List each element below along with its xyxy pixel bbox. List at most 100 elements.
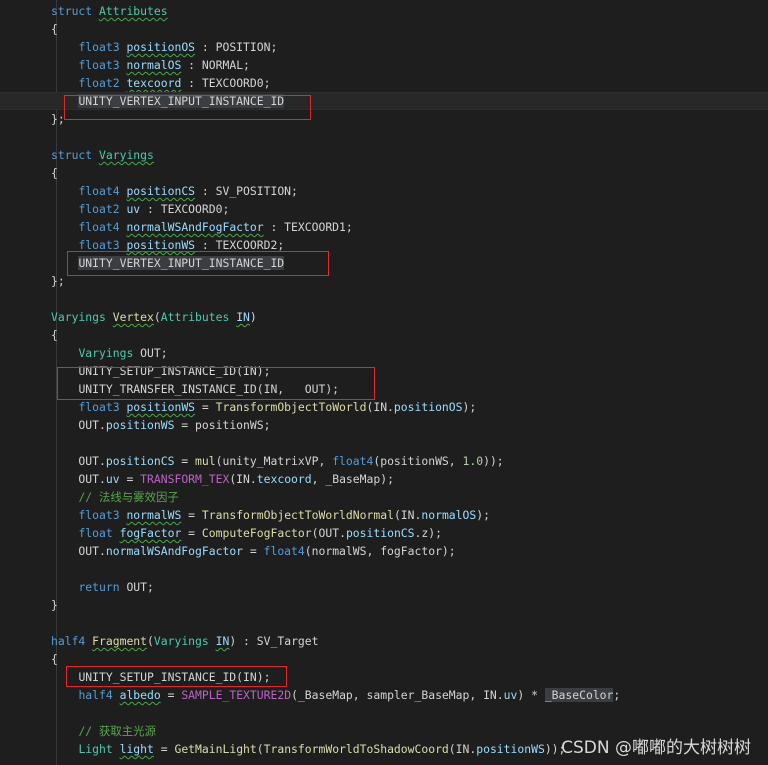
code-token: normalOS <box>421 508 477 522</box>
code-token: Attributes <box>160 310 230 324</box>
code-token: } <box>51 598 58 612</box>
code-token: float4 <box>263 544 305 558</box>
code-token: texcoord <box>126 76 182 90</box>
code-line[interactable]: } <box>0 596 768 614</box>
code-line[interactable]: struct Varyings <box>0 146 768 164</box>
code-line[interactable]: UNITY_TRANSFER_INSTANCE_ID(IN, OUT); <box>0 380 768 398</box>
code-token: struct <box>51 4 100 18</box>
code-token: (OUT. <box>311 526 346 540</box>
code-token: }; <box>51 112 65 126</box>
code-line[interactable]: // 法线与雾效因子 <box>0 488 768 506</box>
code-token: Fragment <box>92 634 148 648</box>
code-line[interactable]: struct Attributes <box>0 2 768 20</box>
code-line[interactable]: { <box>0 326 768 344</box>
code-line[interactable]: OUT.positionCS = mul(unity_MatrixVP, flo… <box>0 452 768 470</box>
code-line[interactable] <box>0 434 768 452</box>
code-line[interactable]: float4 normalWSAndFogFactor : TEXCOORD1; <box>0 218 768 236</box>
code-line-text: UNITY_VERTEX_INPUT_INSTANCE_ID <box>51 254 285 272</box>
code-token: Varyings <box>99 148 154 162</box>
code-token: = <box>160 688 182 702</box>
code-line-text: float fogFactor = ComputeFogFactor(OUT.p… <box>51 524 442 542</box>
code-token: OUT. <box>51 418 106 432</box>
code-token: : TEXCOORD0; <box>181 76 271 90</box>
code-line[interactable] <box>0 128 768 146</box>
code-line[interactable]: float2 uv : TEXCOORD0; <box>0 200 768 218</box>
code-line-text: }; <box>51 272 65 290</box>
code-line[interactable] <box>0 290 768 308</box>
code-token: normalWSAndFogFactor <box>105 544 244 558</box>
code-token: OUT. <box>51 544 106 558</box>
code-line-text: OUT.normalWSAndFogFactor = float4(normal… <box>51 542 455 560</box>
code-line-text: float2 texcoord : TEXCOORD0; <box>51 74 270 92</box>
code-line[interactable]: OUT.positionWS = positionWS; <box>0 416 768 434</box>
code-token: float3 <box>78 58 120 72</box>
code-token: positionCS <box>105 454 175 468</box>
code-line[interactable]: }; <box>0 272 768 290</box>
code-line-text: UNITY_TRANSFER_INSTANCE_ID(IN, OUT); <box>51 380 339 398</box>
code-line[interactable]: half4 albedo = SAMPLE_TEXTURE2D(_BaseMap… <box>0 686 768 704</box>
code-token: (IN. <box>393 508 422 522</box>
code-token: float4 <box>332 454 374 468</box>
code-line[interactable] <box>0 704 768 722</box>
code-token: float2 <box>78 76 120 90</box>
code-token: (unity_MatrixVP, <box>215 454 333 468</box>
code-line[interactable]: float3 positionOS : POSITION; <box>0 38 768 56</box>
code-token: , _BaseMap); <box>311 472 394 486</box>
code-line-text: { <box>51 164 58 182</box>
code-line[interactable]: { <box>0 20 768 38</box>
code-line[interactable]: return OUT; <box>0 578 768 596</box>
code-line[interactable]: float2 texcoord : TEXCOORD0; <box>0 74 768 92</box>
code-token: albedo <box>119 688 161 702</box>
code-line-text: { <box>51 20 58 38</box>
code-token: ) : SV_Target <box>229 634 319 648</box>
code-line[interactable]: float3 normalOS : NORMAL; <box>0 56 768 74</box>
code-line[interactable] <box>0 560 768 578</box>
code-token: normalWSAndFogFactor <box>126 220 264 234</box>
code-line[interactable]: float fogFactor = ComputeFogFactor(OUT.p… <box>0 524 768 542</box>
code-token: uv <box>105 472 120 486</box>
code-line[interactable] <box>0 614 768 632</box>
code-line[interactable]: float4 positionCS : SV_POSITION; <box>0 182 768 200</box>
code-line[interactable]: Varyings OUT; <box>0 344 768 362</box>
code-token: positionOS <box>393 400 463 414</box>
code-line-text: return OUT; <box>51 578 153 596</box>
code-line-text: half4 Fragment(Varyings IN) : SV_Target <box>51 632 319 650</box>
code-line[interactable]: UNITY_SETUP_INSTANCE_ID(IN); <box>0 362 768 380</box>
code-token: Attributes <box>99 4 168 18</box>
code-token: : NORMAL; <box>181 58 250 72</box>
code-token: IN <box>236 310 250 324</box>
code-editor[interactable]: struct Attributes { float3 positionOS : P… <box>0 0 768 765</box>
code-line[interactable]: { <box>0 164 768 182</box>
code-token: (_BaseMap, sampler_BaseMap, IN. <box>291 688 504 702</box>
code-line[interactable]: }; <box>0 110 768 128</box>
code-line[interactable]: UNITY_SETUP_INSTANCE_ID(IN); <box>0 668 768 686</box>
code-line-text: OUT.uv = TRANSFORM_TEX(IN.texcoord, _Bas… <box>51 470 394 488</box>
code-line[interactable]: float3 positionWS : TEXCOORD2; <box>0 236 768 254</box>
code-line[interactable]: { <box>0 650 768 668</box>
code-token: normalOS <box>126 58 182 72</box>
code-token: : SV_POSITION; <box>195 184 298 198</box>
code-line[interactable]: OUT.normalWSAndFogFactor = float4(normal… <box>0 542 768 560</box>
code-token: struct <box>51 148 100 162</box>
code-token: Vertex <box>112 310 154 324</box>
code-line[interactable]: UNITY_VERTEX_INPUT_INSTANCE_ID <box>0 92 768 110</box>
code-line[interactable]: OUT.uv = TRANSFORM_TEX(IN.texcoord, _Bas… <box>0 470 768 488</box>
code-token: float <box>78 526 113 540</box>
code-token: OUT; <box>133 346 168 360</box>
code-line-text: { <box>51 326 58 344</box>
code-line[interactable]: UNITY_VERTEX_INPUT_INSTANCE_ID <box>0 254 768 272</box>
code-line[interactable]: float3 normalWS = TransformObjectToWorld… <box>0 506 768 524</box>
code-line-text: half4 albedo = SAMPLE_TEXTURE2D(_BaseMap… <box>51 686 620 704</box>
code-line-text: } <box>51 596 58 614</box>
code-line[interactable]: Varyings Vertex(Attributes IN) <box>0 308 768 326</box>
code-line[interactable]: half4 Fragment(Varyings IN) : SV_Target <box>0 632 768 650</box>
code-line[interactable]: float3 positionWS = TransformObjectToWor… <box>0 398 768 416</box>
code-token: : TEXCOORD0; <box>140 202 230 216</box>
